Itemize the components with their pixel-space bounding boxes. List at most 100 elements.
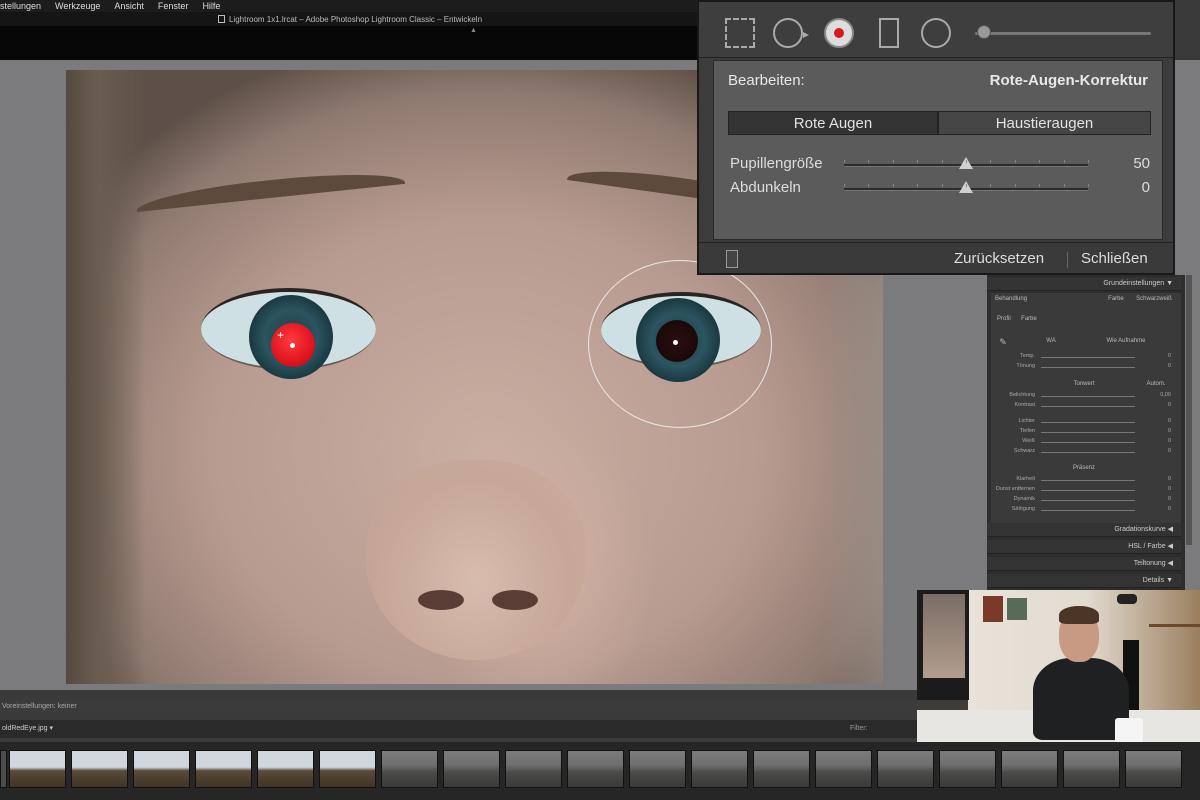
saturation-value[interactable]: 0 bbox=[1151, 506, 1171, 512]
brush-tool-knob[interactable] bbox=[977, 25, 991, 39]
menu-item-tools[interactable]: Werkzeuge bbox=[55, 1, 100, 11]
blacks-value[interactable]: 0 bbox=[1151, 448, 1171, 454]
brush-tool-slider[interactable] bbox=[975, 32, 1151, 35]
spot-removal-tool-icon[interactable] bbox=[773, 18, 809, 48]
crop-tool-icon[interactable] bbox=[725, 18, 755, 48]
filmstrip-thumbnail[interactable] bbox=[319, 750, 376, 788]
vibrance-track[interactable] bbox=[1041, 500, 1135, 501]
tone-row-exposure[interactable]: Belichtung 0,00 bbox=[991, 392, 1177, 401]
hsl-section-header[interactable]: HSL / Farbe ◀ bbox=[987, 540, 1181, 554]
clarity-track[interactable] bbox=[1041, 480, 1135, 481]
close-button[interactable]: Schließen bbox=[1081, 250, 1148, 267]
tone-row-shadows[interactable]: Tiefen 0 bbox=[991, 428, 1177, 437]
radial-filter-tool-icon[interactable] bbox=[921, 18, 951, 48]
filmstrip-thumbnail[interactable] bbox=[443, 750, 500, 788]
filmstrip-thumbnail[interactable] bbox=[939, 750, 996, 788]
presence-row-saturation[interactable]: Sättigung 0 bbox=[991, 506, 1177, 515]
filmstrip-thumbnail[interactable] bbox=[9, 750, 66, 788]
tone-curve-section-header[interactable]: Gradationskurve ◀ bbox=[987, 523, 1181, 537]
tone-row-blacks[interactable]: Schwarz 0 bbox=[991, 448, 1177, 457]
dehaze-track[interactable] bbox=[1041, 490, 1135, 491]
eyedropper-icon[interactable]: ✎ bbox=[997, 337, 1009, 348]
pupil-size-value[interactable]: 50 bbox=[1133, 155, 1150, 172]
filmstrip-thumbnail[interactable] bbox=[629, 750, 686, 788]
contrast-value[interactable]: 0 bbox=[1151, 402, 1171, 408]
filmstrip-filter-label[interactable]: Filter: bbox=[850, 720, 868, 738]
collapse-top-panel-icon[interactable]: ▲ bbox=[470, 27, 477, 34]
whites-track[interactable] bbox=[1041, 442, 1135, 443]
blacks-label: Schwarz bbox=[1013, 448, 1035, 454]
tone-row-contrast[interactable]: Kontrast 0 bbox=[991, 402, 1177, 411]
filmstrip-thumbnail[interactable] bbox=[133, 750, 190, 788]
darken-value[interactable]: 0 bbox=[1142, 179, 1150, 196]
darken-slider[interactable] bbox=[844, 181, 1089, 193]
develop-panel-scrollbar[interactable] bbox=[1186, 275, 1192, 545]
mode-button-red-eye[interactable]: Rote Augen bbox=[728, 111, 938, 135]
presence-row-clarity[interactable]: Klarheit 0 bbox=[991, 476, 1177, 485]
profile-value[interactable]: Farbe bbox=[1017, 316, 1041, 322]
temp-track[interactable] bbox=[1041, 357, 1135, 358]
treatment-color-option[interactable]: Farbe bbox=[1101, 296, 1131, 302]
temp-label: Temp. bbox=[1020, 353, 1035, 359]
menu-item-view[interactable]: Ansicht bbox=[114, 1, 144, 11]
details-section-header[interactable]: Details ▼ bbox=[987, 574, 1181, 588]
tone-auto-button[interactable]: Autom. bbox=[1141, 381, 1171, 387]
graduated-filter-tool-icon[interactable] bbox=[879, 18, 899, 48]
basic-section-header[interactable]: Grundeinstellungen ▼ bbox=[987, 277, 1181, 291]
clarity-value[interactable]: 0 bbox=[1151, 476, 1171, 482]
filmstrip-thumbnail[interactable] bbox=[505, 750, 562, 788]
saturation-track[interactable] bbox=[1041, 510, 1135, 511]
tint-track[interactable] bbox=[1041, 367, 1135, 368]
pupil-size-slider[interactable] bbox=[844, 157, 1089, 169]
tool-on-off-toggle[interactable] bbox=[726, 250, 738, 268]
slider-tick bbox=[966, 160, 967, 163]
filmstrip-thumbnail[interactable] bbox=[0, 750, 7, 788]
filmstrip-thumbnail[interactable] bbox=[691, 750, 748, 788]
contrast-track[interactable] bbox=[1041, 406, 1135, 407]
split-toning-section-header[interactable]: Teiltonung ◀ bbox=[987, 557, 1181, 571]
filmstrip-thumbnail[interactable] bbox=[257, 750, 314, 788]
mode-button-pet-eye[interactable]: Haustieraugen bbox=[938, 111, 1151, 135]
webcam-picture-frame bbox=[1007, 598, 1027, 620]
redeye-tool-icon[interactable] bbox=[824, 18, 854, 48]
reset-button[interactable]: Zurücksetzen bbox=[954, 250, 1044, 267]
pupil-size-thumb[interactable] bbox=[959, 157, 973, 169]
highlights-track[interactable] bbox=[1041, 422, 1135, 423]
highlights-value[interactable]: 0 bbox=[1151, 418, 1171, 424]
menu-item-help[interactable]: Hilfe bbox=[202, 1, 220, 11]
tone-row-highlights[interactable]: Lichter 0 bbox=[991, 418, 1177, 427]
temp-value[interactable]: 0 bbox=[1151, 353, 1171, 359]
menu-item-settings[interactable]: stellungen bbox=[0, 1, 41, 11]
presence-row-dehaze[interactable]: Dunst entfernen 0 bbox=[991, 486, 1177, 495]
filmstrip-thumbnail[interactable] bbox=[1125, 750, 1182, 788]
tint-value[interactable]: 0 bbox=[1151, 363, 1171, 369]
filmstrip-thumbnail[interactable] bbox=[877, 750, 934, 788]
filmstrip-thumbnail[interactable] bbox=[1001, 750, 1058, 788]
exposure-value[interactable]: 0,00 bbox=[1151, 392, 1171, 398]
filmstrip-thumbnail[interactable] bbox=[71, 750, 128, 788]
vibrance-value[interactable]: 0 bbox=[1151, 496, 1171, 502]
presence-row-vibrance[interactable]: Dynamik 0 bbox=[991, 496, 1177, 505]
wb-value[interactable]: Wie Aufnahme bbox=[1101, 338, 1151, 344]
blacks-track[interactable] bbox=[1041, 452, 1135, 453]
whites-value[interactable]: 0 bbox=[1151, 438, 1171, 444]
treatment-bw-option[interactable]: Schwarzweiß bbox=[1131, 296, 1177, 302]
dehaze-value[interactable]: 0 bbox=[1151, 486, 1171, 492]
filmstrip-thumbnail[interactable] bbox=[381, 750, 438, 788]
wb-row-temp[interactable]: Temp. 0 bbox=[991, 353, 1177, 362]
filmstrip-thumbnail[interactable] bbox=[195, 750, 252, 788]
wb-row-tint[interactable]: Tönung 0 bbox=[991, 363, 1177, 372]
redeye-correction-circle[interactable] bbox=[588, 260, 772, 428]
filmstrip-thumbnail[interactable] bbox=[815, 750, 872, 788]
filmstrip-thumbnail[interactable] bbox=[567, 750, 624, 788]
filmstrip-thumbnail[interactable] bbox=[1063, 750, 1120, 788]
shadows-value[interactable]: 0 bbox=[1151, 428, 1171, 434]
hsl-label: HSL / Farbe bbox=[1128, 543, 1166, 550]
shadows-track[interactable] bbox=[1041, 432, 1135, 433]
exposure-track[interactable] bbox=[1041, 396, 1135, 397]
filmstrip-thumbnail[interactable] bbox=[753, 750, 810, 788]
menu-item-window[interactable]: Fenster bbox=[158, 1, 189, 11]
tone-row-whites[interactable]: Weiß 0 bbox=[991, 438, 1177, 447]
darken-thumb[interactable] bbox=[959, 181, 973, 193]
filmstrip-filename[interactable]: oldRedEye.jpg ▾ bbox=[2, 720, 53, 738]
